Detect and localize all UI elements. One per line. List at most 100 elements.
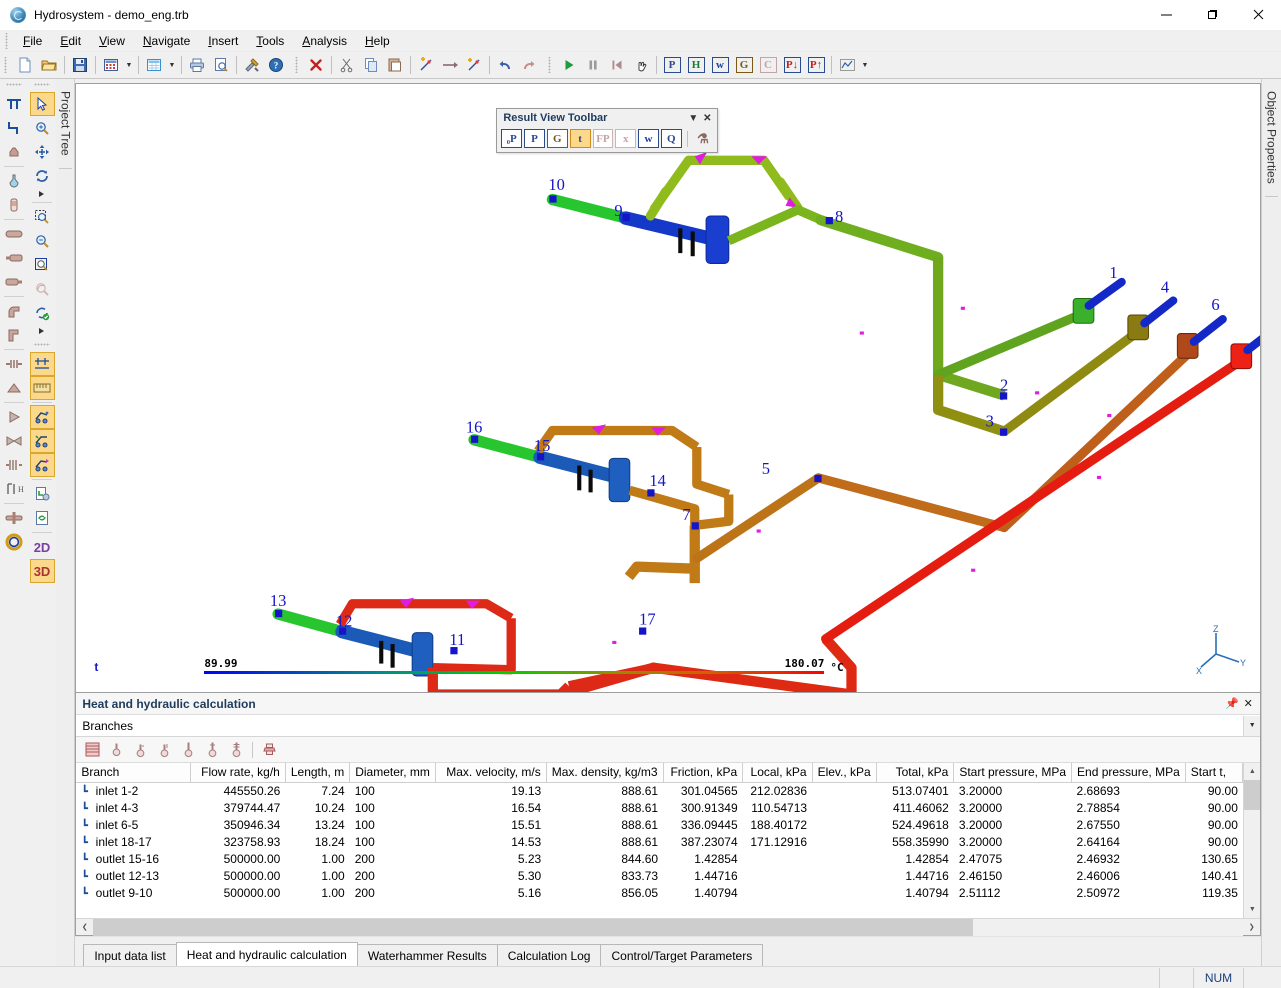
menu-help[interactable]: Help <box>356 32 399 50</box>
menu-insert[interactable]: Insert <box>199 32 247 50</box>
tab-calculation-log[interactable]: Calculation Log <box>497 944 602 966</box>
friction-pressure-button[interactable]: FP <box>593 129 614 148</box>
run-play-icon[interactable] <box>557 54 581 77</box>
tank-icon[interactable] <box>1 193 26 217</box>
add-branch-icon[interactable] <box>462 54 486 77</box>
table-row[interactable]: ┗ outlet 9-10500000.001.002005.16856.051… <box>76 884 1243 901</box>
zoom-window-icon[interactable] <box>30 205 55 229</box>
table-row[interactable]: ┗ inlet 1-2445550.267.2410019.13888.6130… <box>76 782 1243 799</box>
anchor-support-icon[interactable] <box>1 506 26 530</box>
tab-control-target-parameters[interactable]: Control/Target Parameters <box>600 944 763 966</box>
pause-icon[interactable] <box>581 54 605 77</box>
horizontal-scroll-thumb[interactable] <box>93 919 973 936</box>
model-3d-viewport[interactable]: 10 9 8 1 4 6 18 2 3 5 7 16 15 14 <box>75 83 1261 693</box>
thermo-1-icon[interactable] <box>106 740 126 760</box>
view-cam-2-icon[interactable] <box>30 429 55 453</box>
column-header-friction[interactable]: Friction, kPa <box>663 763 743 782</box>
elements-toolbar-grip[interactable] <box>6 83 22 89</box>
rotate-icon[interactable] <box>30 164 55 188</box>
view-3d-button[interactable]: 3D <box>30 559 55 583</box>
valve-triangle-icon[interactable] <box>1 405 26 429</box>
menu-tools[interactable]: Tools <box>247 32 293 50</box>
calculate-dropdown-arrow-icon[interactable]: ▼ <box>123 54 135 77</box>
save-disk-icon[interactable] <box>68 54 92 77</box>
column-header-diameter[interactable]: Diameter, mm <box>350 763 436 782</box>
help-question-icon[interactable]: ? <box>264 54 288 77</box>
column-header-start-t[interactable]: Start t, <box>1185 763 1243 782</box>
column-header-local[interactable]: Local, kPa <box>743 763 812 782</box>
export-doc-icon[interactable] <box>30 482 55 506</box>
pin-icon[interactable]: 📌 <box>1224 697 1240 710</box>
arrow-right-icon[interactable] <box>438 54 462 77</box>
measure-toolbar-grip[interactable] <box>34 343 50 349</box>
more-arrow-2-icon[interactable] <box>30 325 55 337</box>
paste-icon[interactable] <box>383 54 407 77</box>
print-icon[interactable] <box>185 54 209 77</box>
open-folder-icon[interactable] <box>37 54 61 77</box>
velocity-button[interactable]: w <box>638 129 659 148</box>
menu-analysis[interactable]: Analysis <box>293 32 356 50</box>
h-green-icon[interactable]: H <box>684 54 708 77</box>
p-red-down-icon[interactable]: P↓ <box>780 54 804 77</box>
toolbar-grip-3[interactable] <box>547 57 554 73</box>
table-report-icon[interactable] <box>82 740 102 760</box>
column-header-max-velocity[interactable]: Max. velocity, m/s <box>435 763 546 782</box>
result-view-toolbar[interactable]: Result View Toolbar ▼ ✕ ₀P P G t FP x w … <box>496 108 718 153</box>
select-arrow-icon[interactable] <box>30 92 55 116</box>
column-header-length[interactable]: Length, m <box>285 763 349 782</box>
ring-support-icon[interactable] <box>1 530 26 554</box>
bend-pipe-icon[interactable] <box>1 299 26 323</box>
menu-file[interactable]: File <box>14 32 51 50</box>
tools-hammer-icon[interactable] <box>240 54 264 77</box>
pipe-tee-icon[interactable] <box>1 92 26 116</box>
view-toolbar-grip[interactable] <box>34 83 50 89</box>
refresh-doc-icon[interactable] <box>30 506 55 530</box>
tab-input-data-list[interactable]: Input data list <box>83 944 176 966</box>
p-blue-icon[interactable]: P <box>660 54 684 77</box>
undo-icon[interactable] <box>493 54 517 77</box>
elbow-bend-icon[interactable] <box>1 116 26 140</box>
table-row[interactable]: ┗ inlet 18-17323758.9318.2410014.53888.6… <box>76 833 1243 850</box>
step-back-icon[interactable] <box>605 54 629 77</box>
reducer-icon[interactable] <box>1 140 26 164</box>
c-grey-icon[interactable]: C <box>756 54 780 77</box>
print-preview-icon[interactable] <box>209 54 233 77</box>
tab-waterhammer-results[interactable]: Waterhammer Results <box>357 944 498 966</box>
thermo-3-icon[interactable] <box>154 740 174 760</box>
vertical-scroll-track[interactable] <box>1244 810 1260 901</box>
pipe-segment-icon[interactable] <box>1 222 26 246</box>
scroll-down-arrow-icon[interactable]: ▼ <box>1244 901 1260 918</box>
tab-heat-and-hydraulic-calculation[interactable]: Heat and hydraulic calculation <box>176 942 358 966</box>
table-horizontal-scrollbar[interactable]: ❮ ❯ <box>76 918 1260 935</box>
thermo-4-icon[interactable] <box>178 740 198 760</box>
zoom-fit-icon[interactable] <box>30 253 55 277</box>
column-header-flow-rate[interactable]: Flow rate, kg/h <box>190 763 285 782</box>
table-vertical-scrollbar[interactable]: ▲ ▼ <box>1243 763 1260 918</box>
new-document-icon[interactable] <box>13 54 37 77</box>
chevron-down-icon[interactable]: ▼ <box>1243 716 1260 736</box>
cap-end-icon[interactable] <box>1 270 26 294</box>
butterfly-valve-icon[interactable] <box>1 429 26 453</box>
refresh-view-icon[interactable] <box>30 301 55 325</box>
flowrate-button[interactable]: G <box>547 129 568 148</box>
dimension-icon[interactable] <box>30 352 55 376</box>
table-grid-icon[interactable] <box>142 54 166 77</box>
menu-edit[interactable]: Edit <box>51 32 90 50</box>
table-dropdown-arrow-icon[interactable]: ▼ <box>166 54 178 77</box>
delete-red-x-icon[interactable] <box>304 54 328 77</box>
support-icon[interactable] <box>1 376 26 400</box>
zoom-in-icon[interactable] <box>30 116 55 140</box>
results-table-scroll[interactable]: Branch Flow rate, kg/h Length, m Diamete… <box>76 763 1243 918</box>
chevron-down-icon[interactable]: ▼ <box>686 113 700 124</box>
close-icon[interactable]: ✕ <box>700 113 714 124</box>
scroll-left-arrow-icon[interactable]: ❮ <box>76 919 93 936</box>
vertical-scroll-thumb[interactable] <box>1244 780 1260 810</box>
add-node-icon[interactable] <box>414 54 438 77</box>
sidebar-tab-object-properties[interactable]: Object Properties <box>1263 87 1281 188</box>
zoom-out-icon[interactable] <box>30 229 55 253</box>
heat-button[interactable]: Q <box>661 129 682 148</box>
menu-view[interactable]: View <box>90 32 134 50</box>
column-header-elev[interactable]: Elev., kPa <box>812 763 876 782</box>
maximize-button[interactable] <box>1189 0 1235 30</box>
thermo-5-icon[interactable] <box>202 740 222 760</box>
